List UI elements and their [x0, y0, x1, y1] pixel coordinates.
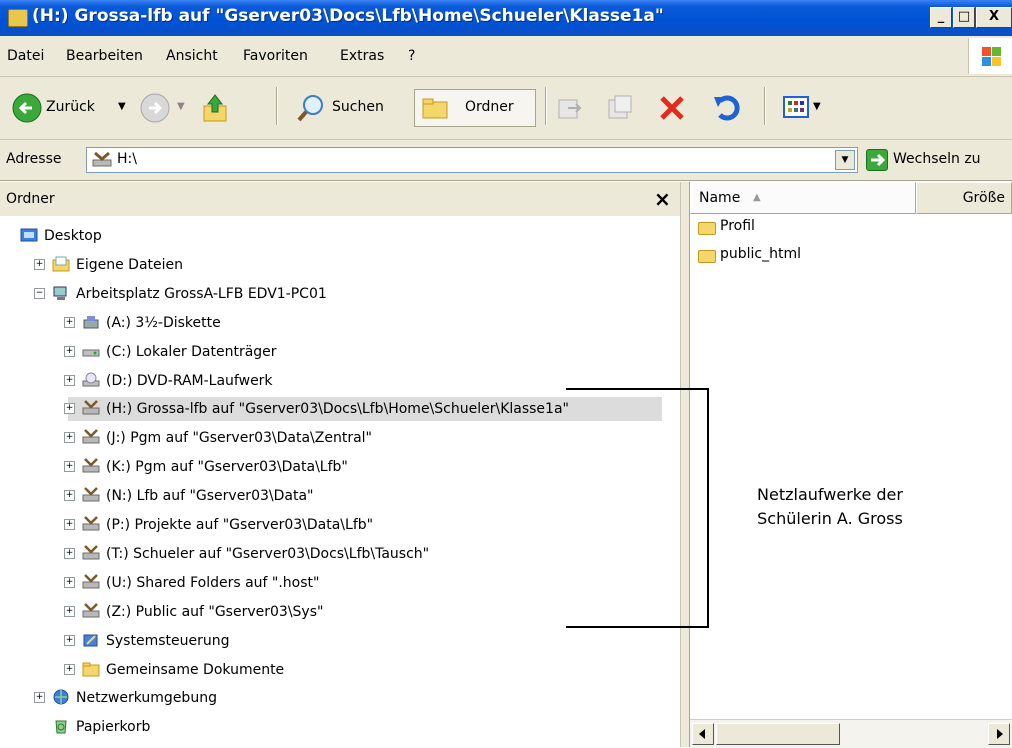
- annotation-line-1: Netzlaufwerke der: [757, 485, 903, 504]
- annotation-bracket: [566, 388, 709, 628]
- annotation-line-2: Schülerin A. Gross: [757, 509, 903, 528]
- annotation-text: Netzlaufwerke der Schülerin A. Gross: [700, 483, 960, 531]
